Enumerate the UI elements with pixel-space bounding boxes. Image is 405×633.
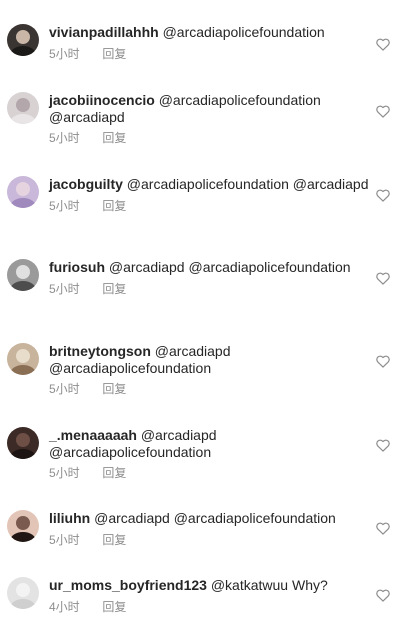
avatar-face — [16, 265, 30, 279]
avatar[interactable] — [7, 176, 39, 208]
avatar[interactable] — [7, 92, 39, 124]
heart-outline-icon[interactable] — [376, 105, 390, 118]
avatar-image — [7, 343, 39, 375]
avatar-face — [16, 182, 30, 196]
comment-meta: 5小时 回复 — [49, 199, 373, 213]
comment-time: 5小时 — [49, 466, 80, 480]
comment-meta: 4小时 回复 — [49, 600, 373, 614]
reply-button[interactable]: 回复 — [102, 47, 126, 61]
avatar[interactable] — [7, 343, 39, 375]
comment-meta: 5小时 回复 — [49, 466, 373, 480]
heart-outline-icon[interactable] — [376, 189, 390, 202]
comment-username[interactable]: ur_moms_boyfriend123 — [49, 577, 207, 593]
comment-time: 5小时 — [49, 382, 80, 396]
comment-text: vivianpadillahhh @arcadiapolicefoundatio… — [49, 24, 373, 41]
avatar-image — [7, 24, 39, 56]
avatar[interactable] — [7, 510, 39, 542]
avatar-face — [16, 433, 30, 447]
avatar-face — [16, 516, 30, 530]
comment-text: furiosuh @arcadiapd @arcadiapolicefounda… — [49, 259, 373, 276]
comment-username[interactable]: furiosuh — [49, 259, 105, 275]
avatar[interactable] — [7, 577, 39, 609]
comment-content[interactable]: @katkatwuu Why? — [211, 577, 328, 593]
avatar-face — [16, 30, 30, 44]
reply-button[interactable]: 回复 — [102, 282, 126, 296]
comment-username[interactable]: _.menaaaaah — [49, 427, 137, 443]
comment-username[interactable]: liliuhn — [49, 510, 90, 526]
heart-outline-icon[interactable] — [376, 589, 390, 602]
reply-button[interactable]: 回复 — [102, 466, 126, 480]
reply-button[interactable]: 回复 — [102, 199, 126, 213]
comment-time: 5小时 — [49, 198, 80, 213]
comment-text: _.menaaaaah @arcadiapd @arcadiapolicefou… — [49, 427, 373, 460]
reply-button[interactable]: 回复 — [102, 382, 126, 396]
avatar-face — [16, 98, 30, 112]
comment-username[interactable]: britneytongson — [49, 343, 151, 359]
avatar[interactable] — [7, 427, 39, 459]
comment-content[interactable]: @arcadiapolicefoundation @arcadiapd — [127, 176, 369, 192]
comment-text: jacobguilty @arcadiapolicefoundation @ar… — [49, 176, 373, 193]
comment-time: 4小时 — [49, 599, 80, 614]
comment-meta: 5小时 回复 — [49, 47, 373, 61]
comment-text: ur_moms_boyfriend123 @katkatwuu Why? — [49, 577, 373, 594]
comment-content[interactable]: @arcadiapd @arcadiapolicefoundation — [94, 510, 336, 526]
avatar-face — [16, 349, 30, 363]
reply-button[interactable]: 回复 — [102, 600, 126, 614]
reply-button[interactable]: 回复 — [102, 131, 126, 145]
avatar-image — [7, 510, 39, 542]
comment-text: liliuhn @arcadiapd @arcadiapolicefoundat… — [49, 510, 373, 527]
comment-meta: 5小时 回复 — [49, 382, 373, 396]
reply-button[interactable]: 回复 — [102, 533, 126, 547]
comment-time: 5小时 — [49, 532, 80, 547]
comment-content[interactable]: @arcadiapolicefoundation — [163, 24, 325, 40]
heart-outline-icon[interactable] — [376, 522, 390, 535]
avatar-image — [7, 176, 39, 208]
avatar[interactable] — [7, 24, 39, 56]
heart-outline-icon[interactable] — [376, 439, 390, 452]
comment-content[interactable]: @arcadiapd @arcadiapolicefoundation — [109, 259, 351, 275]
comment-username[interactable]: jacobiinocencio — [49, 92, 155, 108]
heart-outline-icon[interactable] — [376, 272, 390, 285]
comment-text: jacobiinocencio @arcadiapolicefoundation… — [49, 92, 373, 125]
heart-outline-icon[interactable] — [376, 38, 390, 51]
avatar[interactable] — [7, 259, 39, 291]
comment-meta: 5小时 回复 — [49, 131, 373, 145]
comment-meta: 5小时 回复 — [49, 533, 373, 547]
comment-text: britneytongson @arcadiapd @arcadiapolice… — [49, 343, 373, 376]
comment-time: 5小时 — [49, 46, 80, 61]
avatar-image — [7, 427, 39, 459]
avatar-image — [7, 259, 39, 291]
heart-outline-icon[interactable] — [376, 355, 390, 368]
avatar-image — [7, 577, 39, 609]
comment-username[interactable]: vivianpadillahhh — [49, 24, 159, 40]
comment-time: 5小时 — [49, 281, 80, 296]
comment-meta: 5小时 回复 — [49, 282, 373, 296]
avatar-face — [16, 583, 30, 597]
comment-username[interactable]: jacobguilty — [49, 176, 123, 192]
avatar-image — [7, 92, 39, 124]
comment-time: 5小时 — [49, 131, 80, 145]
